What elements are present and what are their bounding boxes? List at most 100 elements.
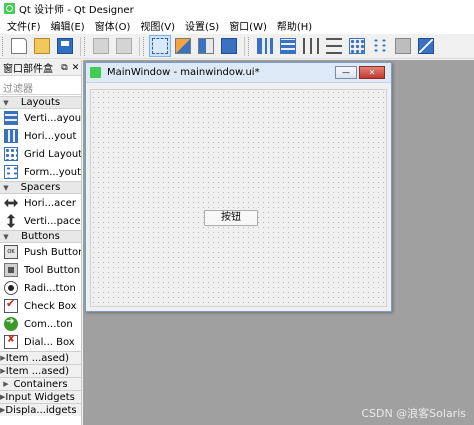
- lay-out-grid-icon: [349, 38, 365, 54]
- toolbar-separator: [80, 36, 81, 56]
- break-layout-button[interactable]: [392, 35, 414, 57]
- menu-window[interactable]: 窗口(W): [224, 18, 272, 33]
- horizontal-spacer-icon: [4, 198, 18, 208]
- minimize-button[interactable]: —: [335, 66, 357, 79]
- menu-file[interactable]: 文件(F): [2, 18, 46, 33]
- dock-close-icon[interactable]: ✕: [70, 63, 81, 73]
- command-link-button-icon: [4, 316, 18, 331]
- grid-layout-icon: [4, 147, 18, 161]
- qt-designer-logo-icon: [4, 3, 15, 14]
- category-label: Buttons: [21, 231, 60, 242]
- menu-help[interactable]: 帮助(H): [272, 18, 317, 33]
- splitter-horizontal-button[interactable]: [300, 35, 322, 57]
- category-layouts[interactable]: ▼ Layouts: [0, 96, 81, 109]
- widget-item-label: Radi...tton: [24, 282, 76, 294]
- category-label: Input Widgets: [5, 391, 75, 403]
- lay-out-form-icon: [372, 38, 388, 54]
- widget-item-label: Hori...acer: [24, 197, 76, 209]
- new-form-icon: [11, 38, 27, 54]
- widget-item-horizontal-spacer[interactable]: Hori...acer: [0, 194, 81, 212]
- open-form-icon: [34, 38, 50, 54]
- widget-item-grid-layout[interactable]: Grid Layout: [0, 145, 81, 163]
- new-form-button[interactable]: [8, 35, 30, 57]
- close-button[interactable]: ✕: [359, 66, 385, 79]
- form-window-title-bar[interactable]: MainWindow - mainwindow.ui* — ✕: [86, 63, 391, 83]
- menu-bar: 文件(F) 编辑(E) 窗体(O) 视图(V) 设置(S) 窗口(W) 帮助(H…: [0, 17, 474, 34]
- menu-view[interactable]: 视图(V): [135, 18, 180, 33]
- category-display-widgets[interactable]: ▶ Displa...idgets: [0, 403, 81, 416]
- splitter-vertical-icon: [326, 38, 342, 54]
- toolbar-separator: [244, 36, 245, 56]
- expanded-arrow-icon: ▼: [3, 98, 9, 107]
- widget-item-label: Push Button: [24, 246, 82, 258]
- lay-out-form-button[interactable]: [369, 35, 391, 57]
- widget-item-label: Verti...pacer: [24, 215, 82, 227]
- copy-button[interactable]: [90, 35, 112, 57]
- watermark-text: CSDN @浪客Solaris: [361, 407, 466, 420]
- lay-out-grid-button[interactable]: [346, 35, 368, 57]
- save-form-button[interactable]: [54, 35, 76, 57]
- splitter-vertical-button[interactable]: [323, 35, 345, 57]
- category-label: Containers: [13, 378, 68, 390]
- dock-float-icon[interactable]: ⧉: [59, 63, 70, 73]
- save-form-icon: [57, 38, 73, 54]
- expanded-arrow-icon: ▼: [3, 183, 9, 192]
- category-input-widgets[interactable]: ▶ Input Widgets: [0, 390, 81, 403]
- widget-item-label: Grid Layout: [24, 148, 82, 160]
- widget-item-check-box[interactable]: Check Box: [0, 297, 81, 315]
- edit-tab-order-button[interactable]: [218, 35, 240, 57]
- widget-item-tool-button[interactable]: Tool Button: [0, 261, 81, 279]
- category-label: Layouts: [20, 97, 61, 108]
- category-spacers[interactable]: ▼ Spacers: [0, 181, 81, 194]
- widget-item-form-layout[interactable]: Form...yout: [0, 163, 81, 181]
- widget-item-horizontal-layout[interactable]: Hori...yout: [0, 127, 81, 145]
- menu-form[interactable]: 窗体(O): [90, 18, 136, 33]
- app-title-bar: Qt 设计师 - Qt Designer: [0, 0, 474, 17]
- menu-settings[interactable]: 设置(S): [180, 18, 224, 33]
- widget-item-vertical-spacer[interactable]: Verti...pacer: [0, 212, 81, 230]
- widget-item-vertical-layout[interactable]: Verti...ayout: [0, 109, 81, 127]
- adjust-size-button[interactable]: [415, 35, 437, 57]
- widget-box-title-bar: 窗口部件盒 ⧉ ✕: [0, 60, 81, 76]
- edit-widgets-button[interactable]: [149, 35, 171, 57]
- toolbar-separator: [139, 36, 140, 56]
- widget-item-label: Com...ton: [24, 318, 73, 330]
- form-window[interactable]: MainWindow - mainwindow.ui* — ✕ 按钮: [85, 62, 392, 312]
- edit-signals-slots-button[interactable]: [172, 35, 194, 57]
- form-push-button[interactable]: 按钮: [204, 210, 258, 226]
- category-item-widgets[interactable]: ▶ Item ...ased): [0, 364, 81, 377]
- toolbar-grip[interactable]: [248, 36, 251, 56]
- category-item-views[interactable]: ▶ Item ...ased): [0, 351, 81, 364]
- vertical-spacer-icon: [6, 214, 16, 228]
- radio-button-icon: [4, 281, 18, 295]
- collapsed-arrow-icon: ▶: [3, 380, 9, 388]
- toolbar-grip[interactable]: [2, 36, 5, 56]
- toolbar-grip[interactable]: [143, 36, 146, 56]
- form-canvas[interactable]: 按钮: [90, 89, 387, 307]
- edit-buddies-button[interactable]: [195, 35, 217, 57]
- widget-item-command-link-button[interactable]: Com...ton: [0, 315, 81, 333]
- widget-item-label: Hori...yout: [24, 130, 77, 142]
- category-label: Item ...ased): [5, 365, 69, 377]
- widget-item-label: Dial... Box: [24, 336, 75, 348]
- adjust-size-icon: [418, 38, 434, 54]
- widget-item-push-button[interactable]: OK Push Button: [0, 243, 81, 261]
- mdi-area: MainWindow - mainwindow.ui* — ✕ 按钮 CSDN …: [83, 60, 474, 425]
- category-buttons[interactable]: ▼ Buttons: [0, 230, 81, 243]
- lay-out-vertically-button[interactable]: [277, 35, 299, 57]
- menu-edit[interactable]: 编辑(E): [46, 18, 90, 33]
- lay-out-horizontally-button[interactable]: [254, 35, 276, 57]
- widget-item-dialog-button-box[interactable]: Dial... Box: [0, 333, 81, 351]
- widget-item-radio-button[interactable]: Radi...tton: [0, 279, 81, 297]
- edit-signals-slots-icon: [175, 38, 191, 54]
- edit-buddies-icon: [198, 38, 214, 54]
- widget-filter-input[interactable]: 过滤器: [0, 77, 81, 95]
- open-form-button[interactable]: [31, 35, 53, 57]
- widget-item-label: Check Box: [24, 300, 77, 312]
- category-label: Item ...ased): [5, 352, 69, 364]
- splitter-horizontal-icon: [303, 38, 319, 54]
- form-window-title: MainWindow - mainwindow.ui*: [107, 67, 260, 78]
- toolbar-grip[interactable]: [84, 36, 87, 56]
- category-containers[interactable]: ▶ Containers: [0, 377, 81, 390]
- paste-button[interactable]: [113, 35, 135, 57]
